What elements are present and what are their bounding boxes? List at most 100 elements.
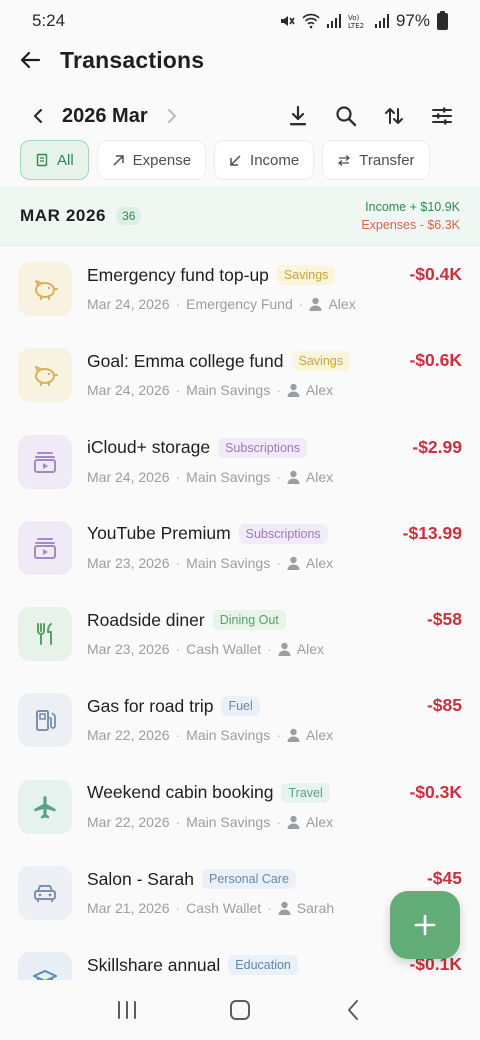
transaction-amount: -$0.6K: [409, 350, 462, 371]
transaction-person: Sarah: [296, 900, 335, 917]
transaction-title: Skillshare annual: [87, 954, 221, 975]
filter-chip-income[interactable]: Income: [214, 140, 315, 180]
person-icon: [287, 384, 300, 398]
next-month-button[interactable]: [154, 98, 190, 134]
system-back-button[interactable]: [329, 990, 377, 1030]
filter-chip-label: Transfer: [359, 151, 415, 169]
page-title: Transactions: [60, 46, 205, 73]
person-icon: [278, 901, 291, 916]
transaction-person: Alex: [305, 813, 334, 830]
fuel-pump-icon: [18, 693, 72, 748]
transaction-date: Mar 24, 2026: [87, 296, 170, 312]
transaction-date: Mar 24, 2026: [87, 382, 170, 399]
transaction-date: Mar 23, 2026: [87, 641, 170, 658]
transaction-count-badge: 36: [116, 206, 142, 225]
transaction-amount: -$58: [426, 609, 462, 630]
category-tag: Dining Out: [212, 610, 286, 631]
status-icons: Vo) LTE2 97%: [279, 10, 448, 31]
sort-icon: [385, 108, 403, 124]
signal-icon-2: [374, 14, 389, 28]
summary-totals: Income + $10.9K Expenses - $6.3K: [361, 198, 460, 234]
piggy-bank-icon: [18, 348, 72, 403]
filter-chip-all[interactable]: All: [20, 140, 89, 180]
volte-icon: Vo)LTE2: [348, 14, 364, 29]
arrow-left-icon: [20, 51, 41, 69]
airplane-icon: [18, 779, 72, 834]
category-tag: Personal Care: [202, 869, 296, 890]
category-tag: Travel: [281, 782, 330, 803]
chevron-right-icon: [167, 109, 176, 123]
search-button[interactable]: [328, 98, 364, 134]
graduation-cap-icon: [18, 952, 72, 980]
transaction-person: Alex: [328, 296, 356, 312]
add-transaction-button[interactable]: [390, 891, 460, 959]
transaction-row[interactable]: Weekend cabin booking Travel Mar 22, 202…: [0, 764, 480, 850]
sliders-icon: [432, 107, 452, 125]
transaction-row[interactable]: YouTube Premium Subscriptions Mar 23, 20…: [0, 505, 480, 591]
sort-button[interactable]: [376, 98, 412, 134]
transaction-person: Alex: [305, 382, 334, 399]
transaction-amount: -$2.99: [412, 436, 462, 457]
person-icon: [309, 297, 322, 311]
subscriptions-icon: [18, 520, 72, 575]
piggy-bank-icon: [18, 262, 72, 316]
svg-text:Vo): Vo): [348, 14, 360, 22]
category-tag: Subscriptions: [218, 437, 308, 458]
filter-settings-button[interactable]: [424, 98, 460, 134]
transaction-account: Cash Wallet: [186, 900, 262, 917]
type-filter-chips: All Expense Income Transfer: [20, 140, 430, 180]
home-icon: [229, 1000, 250, 1020]
transaction-amount: -$45: [426, 868, 462, 889]
signal-icon: [326, 14, 341, 28]
transaction-title: Gas for road trip: [87, 695, 214, 716]
period-selector: 2026 Mar: [0, 96, 480, 136]
transaction-account: Main Savings: [186, 813, 271, 830]
month-summary: MAR 2026 36 Income + $10.9K Expenses - $…: [0, 186, 480, 246]
back-button[interactable]: [16, 46, 44, 74]
transaction-account: Main Savings: [186, 468, 271, 485]
transaction-amount: -$85: [426, 695, 462, 716]
svg-text:LTE2: LTE2: [348, 22, 364, 29]
person-icon: [287, 815, 300, 829]
chevron-left-icon: [33, 108, 43, 124]
transaction-account: Emergency Fund: [186, 296, 293, 312]
transaction-person: Alex: [305, 468, 334, 485]
transaction-title: iCloud+ storage: [87, 437, 211, 458]
swap-icon: [338, 154, 351, 166]
system-navigation-bar: [0, 980, 480, 1040]
person-icon: [278, 642, 291, 657]
category-tag: Fuel: [221, 696, 260, 717]
filter-chip-label: Expense: [132, 151, 192, 169]
transaction-account: Cash Wallet: [186, 641, 262, 658]
previous-month-button[interactable]: [20, 98, 56, 134]
transaction-date: Mar 21, 2026: [87, 900, 170, 917]
category-tag: Subscriptions: [238, 523, 328, 544]
recent-apps-button[interactable]: [103, 990, 151, 1030]
transaction-title: Goal: Emma college fund: [87, 350, 284, 371]
fork-knife-icon: [18, 607, 72, 662]
transaction-row[interactable]: iCloud+ storage Subscriptions Mar 24, 20…: [0, 419, 480, 505]
transaction-meta: Mar 22, 2026 · Main Savings · Alex: [87, 727, 334, 744]
download-button[interactable]: [280, 98, 316, 134]
home-button[interactable]: [216, 990, 264, 1030]
filter-chip-transfer[interactable]: Transfer: [322, 140, 430, 180]
category-tag: Education: [228, 955, 298, 976]
car-icon: [18, 866, 72, 921]
back-icon: [348, 1000, 359, 1020]
subscriptions-icon: [18, 434, 72, 489]
transaction-row[interactable]: Emergency fund top-up Savings Mar 24, 20…: [0, 246, 480, 332]
filter-chip-label: All: [57, 151, 74, 169]
filter-chip-expense[interactable]: Expense: [96, 140, 207, 180]
person-icon: [287, 729, 300, 743]
transaction-row[interactable]: Gas for road trip Fuel Mar 22, 2026 · Ma…: [0, 677, 480, 763]
filter-chip-label: Income: [250, 151, 300, 169]
transaction-date: Mar 22, 2026: [87, 813, 170, 830]
transaction-meta: Mar 24, 2026 · Main Savings · Alex: [87, 468, 334, 485]
receipt-icon: [36, 153, 48, 167]
transaction-date: Mar 24, 2026: [87, 468, 170, 485]
transaction-row[interactable]: Roadside diner Dining Out Mar 23, 2026 ·…: [0, 591, 480, 677]
app-bar: Transactions: [0, 40, 480, 80]
transaction-row[interactable]: Goal: Emma college fund Savings Mar 24, …: [0, 332, 480, 418]
transaction-person: Alex: [305, 554, 334, 571]
status-time: 5:24: [32, 11, 66, 30]
